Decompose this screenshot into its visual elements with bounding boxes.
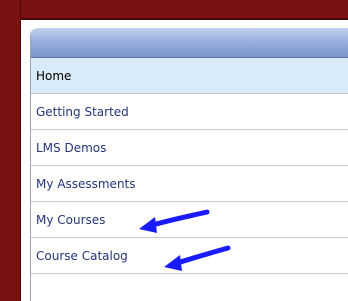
nav-item-label: Home — [36, 68, 72, 83]
nav-item-course-catalog[interactable]: Course Catalog — [31, 238, 348, 274]
window-frame-left — [0, 0, 21, 301]
nav-item-label: Getting Started — [36, 104, 129, 119]
nav-item-lms-demos[interactable]: LMS Demos — [31, 130, 348, 166]
nav-item-label: My Assessments — [36, 176, 136, 191]
nav-item-label: My Courses — [36, 212, 106, 227]
navigation-panel: Home Getting Started LMS Demos My Assess… — [30, 28, 348, 301]
window-frame-top — [0, 0, 348, 20]
nav-item-home[interactable]: Home — [31, 58, 348, 94]
nav-item-my-assessments[interactable]: My Assessments — [31, 166, 348, 202]
nav-item-label: LMS Demos — [36, 140, 107, 155]
nav-item-my-courses[interactable]: My Courses — [31, 202, 348, 238]
nav-panel-header — [31, 28, 348, 58]
nav-item-label: Course Catalog — [36, 248, 128, 263]
nav-item-getting-started[interactable]: Getting Started — [31, 94, 348, 130]
